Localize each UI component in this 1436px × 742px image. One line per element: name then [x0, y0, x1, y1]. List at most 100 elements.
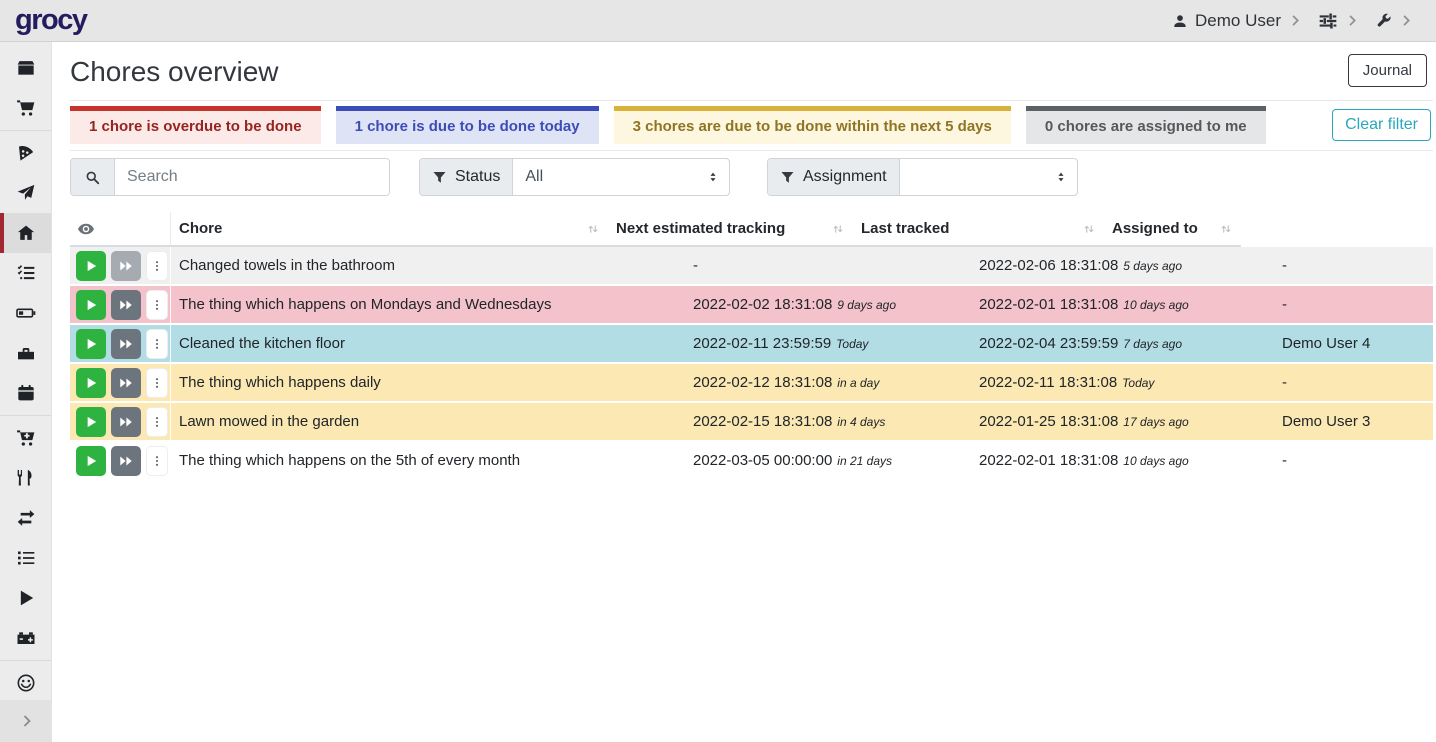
last-tracked-column-header[interactable]: Last tracked [853, 212, 1104, 245]
due-today-card[interactable]: 1 chore is due to be done today [336, 106, 599, 144]
last-tracked-ago: 7 days ago [1123, 337, 1182, 351]
user-menu-label: Demo User [1195, 11, 1281, 31]
sidebar-item-recipes[interactable] [0, 133, 51, 173]
assignment-filter-label: Assignment [803, 168, 887, 186]
filter-icon [780, 170, 795, 185]
caret-updown-icon [706, 170, 720, 184]
user-menu[interactable]: Demo User [1172, 11, 1301, 31]
row-actions [70, 364, 171, 401]
play-icon [83, 375, 99, 391]
next-tracking-column-header[interactable]: Next estimated tracking [608, 212, 853, 245]
last-tracked-value: 2022-02-04 23:59:59 [979, 335, 1118, 352]
manage-menu[interactable] [1318, 11, 1358, 31]
skip-chore-button[interactable] [111, 251, 141, 281]
row-menu-button[interactable] [146, 446, 168, 476]
assigned-to-cell: Demo User 4 [1274, 335, 1433, 352]
row-actions [70, 247, 171, 284]
next-tracking-cell: 2022-02-15 18:31:08in 4 days [685, 413, 971, 430]
assignment-filter-group: Assignment [767, 158, 1078, 196]
next-tracking-cell: 2022-02-11 23:59:59Today [685, 335, 971, 352]
assignment-filter-select[interactable] [900, 159, 1077, 195]
assigned-to-cell: - [1274, 374, 1433, 391]
row-menu-button[interactable] [146, 407, 168, 437]
skip-chore-button[interactable] [111, 368, 141, 398]
fast-forward-icon [118, 336, 134, 352]
track-chore-button[interactable] [76, 251, 106, 281]
play-icon [83, 336, 99, 352]
assigned-to-me-card[interactable]: 0 chores are assigned to me [1026, 106, 1266, 144]
chore-column-label: Chore [179, 220, 222, 237]
track-chore-button[interactable] [76, 446, 106, 476]
settings-menu[interactable] [1375, 12, 1412, 29]
chore-column-header[interactable]: Chore [171, 212, 608, 245]
sidebar-item-shopping-list[interactable] [0, 88, 51, 128]
sidebar-collapse-toggle[interactable] [0, 700, 51, 742]
play-icon [83, 414, 99, 430]
sidebar-item-transfer[interactable] [0, 498, 51, 538]
utensils-icon [16, 468, 36, 488]
skip-chore-button[interactable] [111, 290, 141, 320]
track-chore-button[interactable] [76, 407, 106, 437]
toolbox-icon [16, 343, 36, 363]
page-title: Chores overview [70, 56, 279, 88]
fast-forward-icon [118, 414, 134, 430]
sidebar-item-battery-tracking[interactable] [0, 618, 51, 658]
sort-icon [1082, 222, 1096, 236]
sidebar-item-chores-active[interactable] [0, 213, 51, 253]
ellipsis-v-icon [150, 454, 164, 468]
assigned-to-cell: - [1274, 452, 1433, 469]
sidebar-item-calendar[interactable] [0, 373, 51, 413]
box-icon [16, 58, 36, 78]
next-tracking-cell: - [685, 257, 971, 274]
next-tracking-cell: 2022-02-02 18:31:089 days ago [685, 296, 971, 313]
search-group [70, 158, 390, 196]
row-menu-button[interactable] [146, 329, 168, 359]
next-tracking-ago: in 21 days [837, 454, 892, 468]
overdue-card[interactable]: 1 chore is overdue to be done [70, 106, 321, 144]
last-tracked-ago: 10 days ago [1123, 454, 1188, 468]
last-tracked-cell: 2022-02-01 18:31:08 10 days ago [971, 452, 1274, 469]
track-chore-button[interactable] [76, 368, 106, 398]
row-menu-button[interactable] [146, 251, 168, 281]
assignment-filter-label-addon: Assignment [768, 159, 900, 195]
sidebar-item-chore-tracking[interactable] [0, 578, 51, 618]
sidebar-item-equipment[interactable] [0, 333, 51, 373]
next-tracking-value: 2022-02-11 23:59:59 [693, 335, 831, 352]
sidebar-item-purchase[interactable] [0, 418, 51, 458]
sidebar-item-consume[interactable] [0, 458, 51, 498]
skip-chore-button[interactable] [111, 446, 141, 476]
last-tracked-value: 2022-02-01 18:31:08 [979, 452, 1118, 469]
grocy-logo[interactable]: grocy [15, 4, 86, 37]
search-input[interactable] [115, 159, 389, 195]
shopping-cart-icon [16, 98, 36, 118]
chevron-right-icon [1345, 14, 1358, 27]
skip-chore-button[interactable] [111, 407, 141, 437]
fast-forward-icon [118, 258, 134, 274]
next-tracking-cell: 2022-02-12 18:31:08in a day [685, 374, 971, 391]
status-filter-select[interactable]: All [513, 159, 729, 195]
due-soon-card[interactable]: 3 chores are due to be done within the n… [614, 106, 1011, 144]
sidebar-item-meal-plan[interactable] [0, 173, 51, 213]
chevron-right-icon [1399, 14, 1412, 27]
sidebar-item-tasks[interactable] [0, 253, 51, 293]
assigned-to-column-header[interactable]: Assigned to [1104, 212, 1241, 245]
fast-forward-icon [118, 297, 134, 313]
status-filter-label: Status [455, 168, 500, 186]
actions-column-header [70, 212, 171, 245]
table-row: The thing which happens daily 2022-02-12… [70, 364, 1433, 403]
sidebar-item-smiley[interactable] [0, 663, 51, 703]
track-chore-button[interactable] [76, 329, 106, 359]
sort-icon [831, 222, 845, 236]
sidebar-item-inventory[interactable] [0, 538, 51, 578]
clear-filter-button[interactable]: Clear filter [1332, 109, 1431, 141]
skip-chore-button[interactable] [111, 329, 141, 359]
row-menu-button[interactable] [146, 368, 168, 398]
sidebar-item-stock[interactable] [0, 48, 51, 88]
sidebar-divider [0, 660, 51, 661]
row-menu-button[interactable] [146, 290, 168, 320]
track-chore-button[interactable] [76, 290, 106, 320]
next-tracking-value: 2022-02-02 18:31:08 [693, 296, 832, 313]
journal-button[interactable]: Journal [1348, 54, 1427, 87]
sidebar-item-batteries[interactable] [0, 293, 51, 333]
status-filter-value: All [525, 168, 543, 186]
